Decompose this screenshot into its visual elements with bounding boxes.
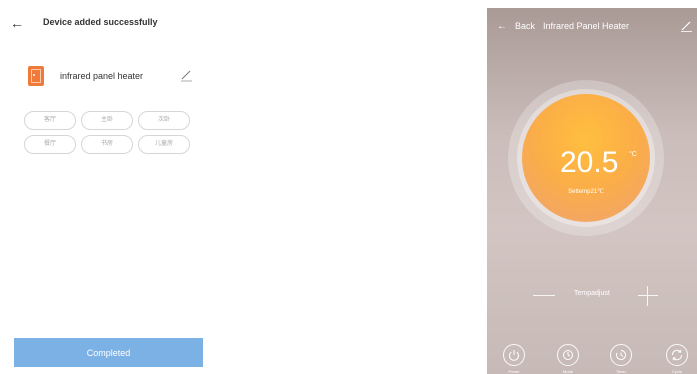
mode-button[interactable] — [557, 344, 579, 366]
clock-icon — [563, 350, 573, 360]
timer-label: Timer — [615, 369, 627, 374]
control-header: ← Back Infrared Panel Heater — [487, 20, 697, 36]
room-chip-kids-room[interactable]: 儿童房 — [138, 135, 190, 154]
control-bar: Power Mode Timer Cycle — [487, 338, 697, 374]
room-chip-living-room[interactable]: 客厅 — [24, 111, 76, 130]
device-name: infrared panel heater — [60, 71, 144, 81]
page-title: Device added successfully — [43, 17, 158, 27]
timer-button[interactable] — [610, 344, 632, 366]
page-header: ← Device added successfully — [0, 14, 220, 36]
device-title: Infrared Panel Heater — [543, 21, 630, 31]
cycle-label: Cycle — [671, 369, 682, 374]
pencil-icon[interactable] — [679, 20, 693, 32]
pencil-icon[interactable] — [178, 68, 194, 82]
timer-icon — [616, 349, 627, 360]
room-chip-master-bedroom[interactable]: 主卧 — [81, 111, 133, 130]
back-arrow-icon[interactable]: ← — [10, 14, 26, 32]
room-chip-study[interactable]: 书房 — [81, 135, 133, 154]
device-row: infrared panel heater — [0, 62, 220, 90]
room-chip-second-bedroom[interactable]: 次卧 — [138, 111, 190, 130]
temp-adjust-label: Tempadjust — [574, 290, 610, 297]
device-added-page: ← Device added successfully infrared pan… — [0, 0, 220, 374]
temp-adjust-row: Tempadjust — [487, 286, 697, 306]
minus-icon[interactable] — [533, 295, 555, 296]
current-temperature: 20.5 — [560, 146, 619, 179]
refresh-icon — [671, 349, 683, 361]
heater-control-page: ← Back Infrared Panel Heater 20.5 °C Set… — [487, 8, 697, 374]
power-icon — [509, 350, 519, 361]
back-arrow-icon[interactable]: ← — [497, 20, 507, 34]
power-button[interactable] — [503, 344, 525, 366]
cycle-button[interactable] — [666, 344, 688, 366]
temperature-unit: °C — [629, 151, 637, 158]
completed-button[interactable]: Completed — [14, 338, 203, 367]
mode-label: Mode — [562, 369, 573, 374]
plus-icon[interactable] — [638, 286, 658, 306]
set-temperature-label: Settemp21℃ — [568, 189, 604, 195]
power-label: Power — [508, 369, 520, 374]
back-label[interactable]: Back — [515, 21, 535, 31]
room-chip-dining-room[interactable]: 餐厅 — [24, 135, 76, 154]
heater-device-icon — [28, 66, 44, 86]
